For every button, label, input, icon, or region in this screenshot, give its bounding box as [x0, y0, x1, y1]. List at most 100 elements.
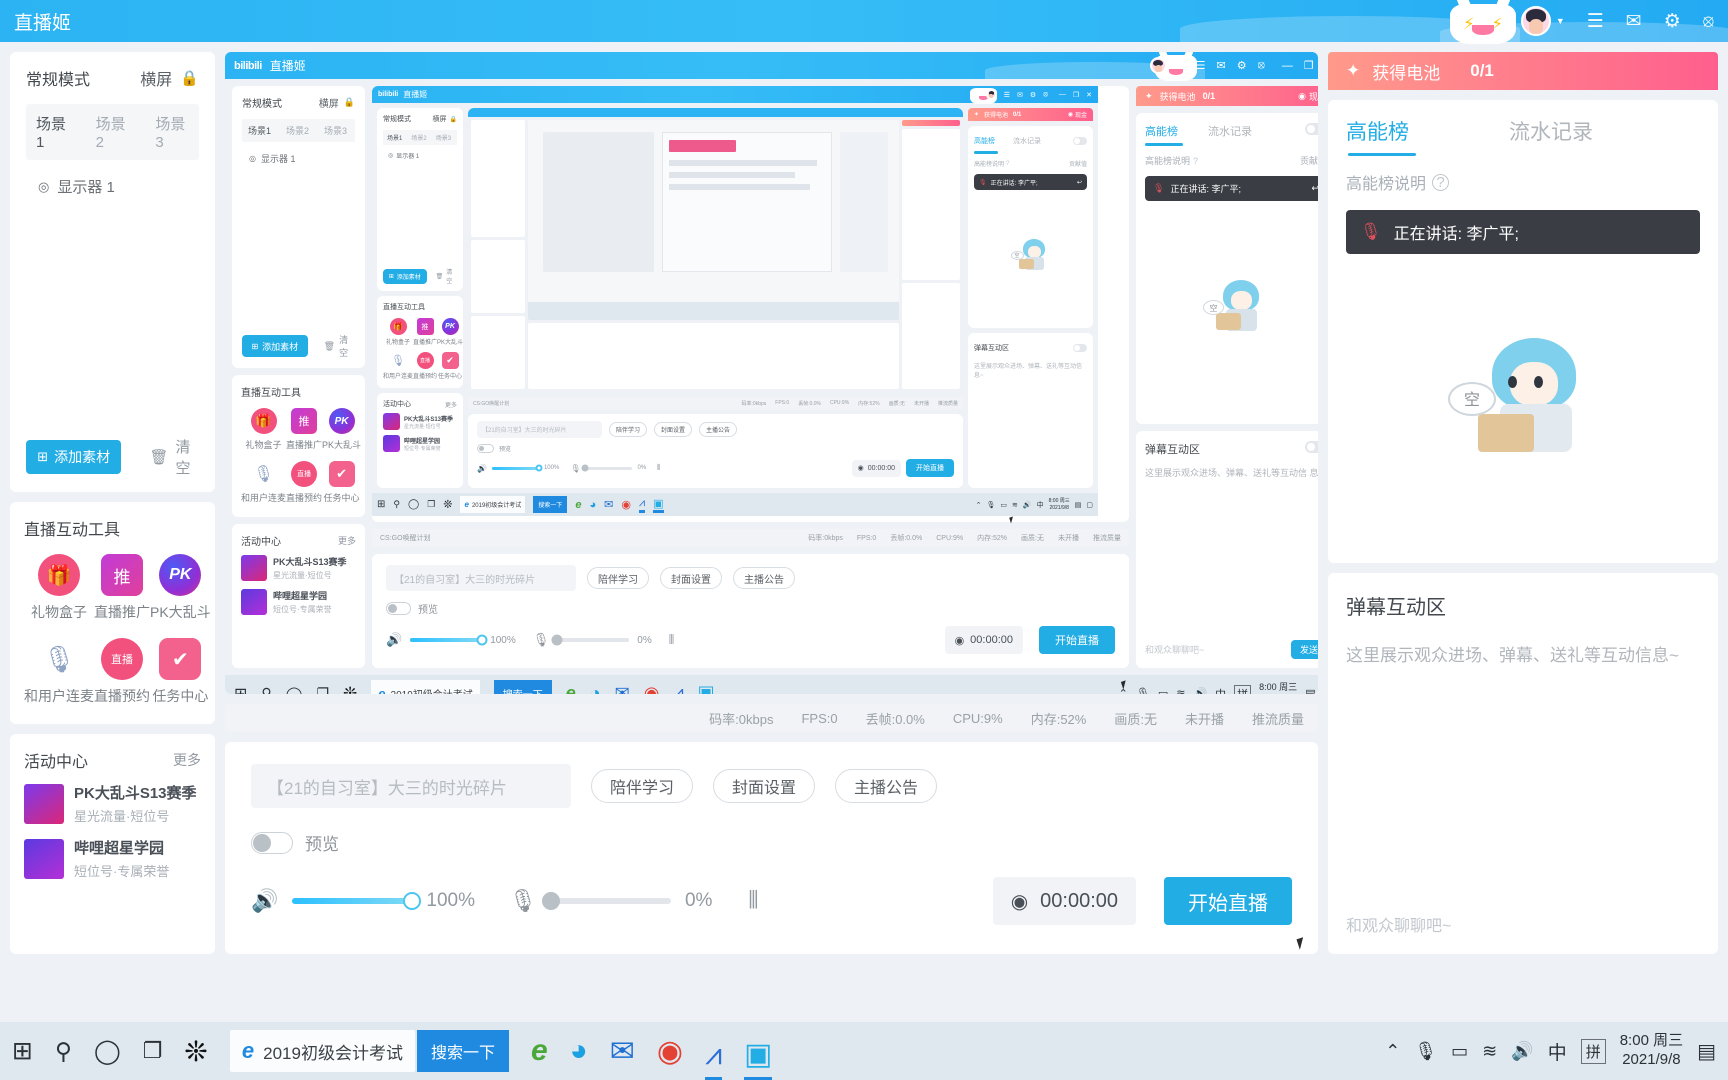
source-item-monitor1[interactable]: ◎ 显示器 1	[242, 152, 355, 165]
chat-input[interactable]: 和观众聊聊吧~	[1145, 643, 1285, 656]
microphone-icon[interactable]: 🎙	[1414, 1041, 1437, 1062]
pill-companion-study[interactable]: 陪伴学习	[591, 769, 694, 803]
windows-start-icon[interactable]: ⊞	[234, 684, 247, 695]
battery-bar[interactable]: ✦ 获得电池 0/1 ◉ 现金	[1136, 86, 1318, 106]
sticky-note-icon[interactable]: ▢	[1086, 501, 1093, 509]
speaker-icon[interactable]: 🔊	[386, 632, 402, 648]
toggle-switch-icon[interactable]	[1073, 132, 1087, 150]
question-circle-icon[interactable]: ?	[1432, 173, 1450, 191]
obs-icon[interactable]: ❊	[443, 498, 452, 511]
pill-cover-settings[interactable]: 封面设置	[713, 769, 816, 803]
speaker-slider[interactable]	[491, 464, 543, 472]
mic-muted-icon[interactable]: 🎙	[570, 464, 580, 473]
minimize-button[interactable]: —	[1282, 60, 1293, 72]
battery-icon[interactable]: ▭	[1158, 687, 1168, 694]
rank-help-label[interactable]: 高能榜说明	[974, 159, 1004, 168]
pill-streamer-notice[interactable]: 主播公告	[699, 422, 738, 437]
go-live-button[interactable]: 开始直播	[1039, 626, 1115, 654]
eye-icon[interactable]: ◎	[249, 154, 256, 163]
tool-mic-link[interactable]: 🎙 和用户连麦	[383, 352, 413, 380]
eye-icon[interactable]: ◎	[38, 179, 49, 195]
battery-bar[interactable]: ✦ 获得电池 0/1	[1328, 52, 1718, 90]
edge-icon[interactable]: ◕	[589, 499, 596, 511]
volume-icon[interactable]: 🔊	[1511, 1041, 1533, 1062]
scene-tab-2[interactable]: 场景2	[411, 133, 426, 142]
activity-more-link[interactable]: 更多	[445, 400, 457, 409]
clear-sources-button[interactable]: 🗑 清空	[324, 333, 355, 359]
reply-arrow-icon[interactable]: ↩	[1311, 183, 1318, 194]
tool-promote[interactable]: 推 直播推广	[286, 408, 322, 451]
mail-icon[interactable]: ✉	[1217, 59, 1226, 72]
microphone-icon[interactable]: 🎙	[987, 501, 996, 509]
notification-icon[interactable]: ▤	[1305, 687, 1315, 694]
clear-sources-button[interactable]: 🗑 清空	[149, 436, 199, 478]
toggle-switch-icon[interactable]	[1305, 122, 1318, 140]
tool-task-center[interactable]: ✔ 任务中心	[322, 461, 361, 504]
scene-tab-2[interactable]: 场景2	[96, 113, 130, 151]
speaker-slider[interactable]	[410, 634, 488, 646]
share-icon[interactable]: ⦻	[1703, 11, 1714, 31]
search-icon[interactable]: ⚲	[393, 499, 400, 510]
ime-pinyin[interactable]: 拼	[1580, 1038, 1606, 1064]
task-view-icon[interactable]: ❐	[143, 1038, 163, 1064]
add-source-button[interactable]: ⊞ 添加素材	[26, 440, 122, 474]
bililive-icon[interactable]: ▣	[698, 682, 715, 695]
ie-search-box[interactable]: e 2019初级会计考试	[460, 496, 526, 513]
migu-icon[interactable]: ⩘	[673, 682, 683, 695]
volume-icon[interactable]: 🔊	[1193, 687, 1207, 694]
search-button[interactable]: 搜索一下	[416, 1030, 509, 1072]
bililive-icon[interactable]: ▣	[744, 1022, 773, 1080]
cortana-circle-icon[interactable]: ◯	[408, 499, 419, 510]
tab-rank[interactable]: 高能榜	[1145, 123, 1178, 139]
go-live-button[interactable]: 开始直播	[1164, 877, 1292, 925]
tool-gift-box[interactable]: 🎁 礼物盒子	[241, 408, 286, 451]
activity-item[interactable]: PK大乱斗S13赛季 星光流量·短位号	[24, 782, 201, 825]
toggle-switch-icon[interactable]	[1305, 440, 1318, 458]
tool-pk[interactable]: PK PK大乱斗	[437, 318, 463, 346]
obs-icon[interactable]: ❊	[343, 684, 357, 695]
stream-preview[interactable]: bilibili 直播姬 ☰ ✉ ⚙ ⦻ — ❐ ✕ 常规模式 横屏 🔒 场景1…	[372, 86, 1129, 522]
tool-pk[interactable]: PK PK大乱斗	[150, 554, 211, 622]
tool-gift-box[interactable]: 🎁 礼物盒子	[24, 554, 94, 622]
scene-tab-3[interactable]: 场景3	[155, 113, 189, 151]
maximize-button[interactable]: ❐	[1073, 91, 1079, 99]
mic-muted-icon[interactable]: 🎙	[533, 632, 550, 648]
activity-more-link[interactable]: 更多	[173, 750, 201, 770]
tool-task-center[interactable]: ✔ 任务中心	[437, 352, 463, 380]
eye-icon[interactable]: ◎	[388, 152, 393, 159]
chrome-colorful-icon[interactable]: ◉	[657, 1034, 683, 1069]
tool-mic-link[interactable]: 🎙 和用户连麦	[241, 461, 286, 504]
pill-cover-settings[interactable]: 封面设置	[654, 422, 693, 437]
rank-help-label[interactable]: 高能榜说明	[1145, 154, 1190, 167]
preview-toggle[interactable]	[386, 602, 411, 615]
chat-input[interactable]: 和观众聊聊吧~	[1346, 912, 1451, 936]
windows-start-icon[interactable]: ⊞	[377, 499, 385, 510]
mail-icon[interactable]: ✉	[615, 683, 630, 694]
edge-icon[interactable]: ◕	[590, 683, 601, 694]
tab-records[interactable]: 流水记录	[1208, 123, 1252, 139]
room-title-input[interactable]: 【21的自习室】大三的时光碎片	[386, 565, 576, 591]
gear-icon[interactable]: ⚙	[1237, 59, 1247, 72]
go-live-button[interactable]: 开始直播	[906, 459, 954, 477]
obs-icon[interactable]: ❊	[184, 1035, 207, 1068]
activity-item[interactable]: PK大乱斗S13赛季 星光流量·短位号	[241, 555, 356, 581]
notification-icon[interactable]: ▤	[1697, 1039, 1716, 1064]
mail-icon[interactable]: ✉	[610, 1034, 635, 1069]
share-icon[interactable]: ⦻	[1043, 91, 1048, 99]
battery-icon[interactable]: ▭	[1451, 1041, 1468, 1062]
orientation-label[interactable]: 横屏	[319, 95, 339, 110]
tab-records[interactable]: 流水记录	[1013, 136, 1041, 146]
scene-tab-1[interactable]: 场景1	[248, 124, 271, 137]
clear-sources-button[interactable]: 🗑 清空	[436, 267, 457, 285]
microphone-icon[interactable]: 🎙	[1136, 687, 1150, 694]
wifi-icon[interactable]: ≋	[1012, 501, 1018, 509]
mail-icon[interactable]: ✉	[1017, 91, 1023, 99]
scene-tab-2[interactable]: 场景2	[286, 124, 309, 137]
add-source-button[interactable]: ⊞ 添加素材	[383, 268, 427, 284]
avatar[interactable]	[985, 89, 997, 100]
mic-slider[interactable]	[541, 892, 671, 910]
pill-companion-study[interactable]: 陪伴学习	[609, 422, 648, 437]
pill-companion-study[interactable]: 陪伴学习	[587, 567, 649, 589]
speaker-icon[interactable]: 🔊	[477, 464, 487, 473]
pill-streamer-notice[interactable]: 主播公告	[835, 769, 938, 803]
